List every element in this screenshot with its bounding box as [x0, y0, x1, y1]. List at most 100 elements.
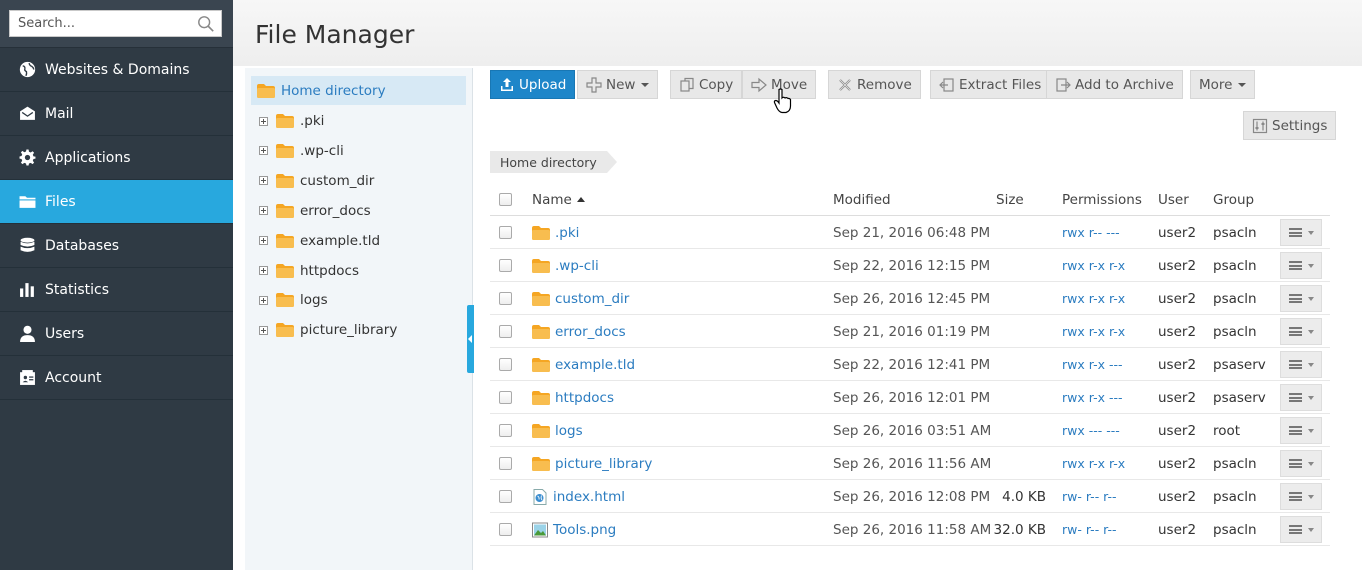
row-checkbox[interactable]	[499, 292, 512, 305]
copy-button[interactable]: Copy	[670, 70, 743, 99]
table-row[interactable]: httpdocs Sep 26, 2016 12:01 PM rwx r-x ---…	[490, 381, 1330, 414]
row-actions-button[interactable]	[1280, 516, 1322, 543]
permissions-link[interactable]: rwx r-x ---	[1062, 381, 1123, 414]
extract-files-button[interactable]: Extract Files	[930, 70, 1051, 99]
column-header-size[interactable]: Size	[996, 183, 1059, 216]
table-row[interactable]: .pki Sep 21, 2016 06:48 PM rwx r-- --- user…	[490, 216, 1330, 249]
size-cell	[983, 249, 1046, 282]
permissions-link[interactable]: rwx r-- ---	[1062, 216, 1120, 249]
row-actions-button[interactable]	[1280, 219, 1322, 246]
size-cell	[983, 315, 1046, 348]
tree-root-home[interactable]: Home directory	[251, 76, 466, 105]
row-actions-button[interactable]	[1280, 384, 1322, 411]
tree-item[interactable]: .pki	[259, 111, 324, 131]
row-actions-button[interactable]	[1280, 417, 1322, 444]
column-header-user[interactable]: User	[1158, 183, 1189, 216]
permissions-link[interactable]: rwx r-x r-x	[1062, 249, 1125, 282]
tree-item[interactable]: .wp-cli	[259, 141, 344, 161]
tree-item[interactable]: example.tld	[259, 231, 380, 251]
panel-collapse-handle[interactable]	[467, 305, 474, 373]
expand-icon[interactable]	[259, 325, 268, 335]
sidebar-item-applications[interactable]: Applications	[0, 136, 233, 180]
tree-item[interactable]: logs	[259, 290, 328, 310]
permissions-link[interactable]: rwx r-x r-x	[1062, 315, 1125, 348]
add-to-archive-button[interactable]: Add to Archive	[1046, 70, 1183, 99]
row-checkbox[interactable]	[499, 457, 512, 470]
row-actions-button[interactable]	[1280, 318, 1322, 345]
new-button[interactable]: New	[577, 70, 659, 99]
sidebar-item-databases[interactable]: Databases	[0, 224, 233, 268]
row-checkbox[interactable]	[499, 259, 512, 272]
upload-button[interactable]: Upload	[490, 70, 576, 99]
permissions-link[interactable]: rwx r-x r-x	[1062, 282, 1125, 315]
file-name-link[interactable]: index.html	[553, 489, 625, 505]
tree-item[interactable]: custom_dir	[259, 171, 374, 191]
permissions-link[interactable]: rw- r-- r--	[1062, 513, 1117, 546]
permissions-link[interactable]: rw- r-- r--	[1062, 480, 1117, 513]
file-name-link[interactable]: Tools.png	[553, 522, 616, 538]
select-all-checkbox[interactable]	[499, 193, 512, 206]
row-actions-button[interactable]	[1280, 483, 1322, 510]
expand-icon[interactable]	[259, 146, 268, 156]
permissions-link[interactable]: rwx r-x r-x	[1062, 447, 1125, 480]
file-name-link[interactable]: example.tld	[555, 357, 635, 373]
chevron-down-icon	[1307, 230, 1314, 235]
table-row[interactable]: picture_library Sep 26, 2016 11:56 AM rwx …	[490, 447, 1330, 480]
table-row[interactable]: Tools.png Sep 26, 2016 11:58 AM 32.0 KB rw-…	[490, 513, 1330, 546]
row-checkbox[interactable]	[499, 490, 512, 503]
row-actions-button[interactable]	[1280, 450, 1322, 477]
table-row[interactable]: .wp-cli Sep 22, 2016 12:15 PM rwx r-x r-x u…	[490, 249, 1330, 282]
row-checkbox[interactable]	[499, 391, 512, 404]
remove-button[interactable]: Remove	[828, 70, 921, 99]
more-button[interactable]: More	[1190, 70, 1256, 99]
user-cell: user2	[1158, 290, 1197, 307]
column-header-name[interactable]: Name	[532, 183, 585, 216]
sidebar-item-websites-domains[interactable]: Websites & Domains	[0, 48, 233, 92]
file-name-link[interactable]: .pki	[555, 225, 579, 241]
row-checkbox[interactable]	[499, 424, 512, 437]
sidebar-item-statistics[interactable]: Statistics	[0, 268, 233, 312]
column-header-modified[interactable]: Modified	[833, 183, 891, 216]
folder-icon	[276, 323, 294, 338]
table-row[interactable]: error_docs Sep 21, 2016 01:19 PM rwx r-x r…	[490, 315, 1330, 348]
search-input[interactable]	[10, 11, 221, 36]
file-name-link[interactable]: error_docs	[555, 324, 626, 340]
file-name-link[interactable]: .wp-cli	[555, 258, 599, 274]
table-row[interactable]: example.tld Sep 22, 2016 12:41 PM rwx r-x …	[490, 348, 1330, 381]
row-checkbox[interactable]	[499, 358, 512, 371]
row-actions-button[interactable]	[1280, 285, 1322, 312]
breadcrumb[interactable]: Home directory	[490, 151, 617, 173]
row-actions-button[interactable]	[1280, 351, 1322, 378]
row-checkbox[interactable]	[499, 226, 512, 239]
expand-icon[interactable]	[259, 116, 268, 126]
column-header-permissions[interactable]: Permissions	[1062, 183, 1142, 216]
sidebar-item-account[interactable]: Account	[0, 356, 233, 400]
row-checkbox[interactable]	[499, 325, 512, 338]
table-row[interactable]: logs Sep 26, 2016 03:51 AM rwx --- --- user…	[490, 414, 1330, 447]
file-name-link[interactable]: picture_library	[555, 456, 652, 472]
tree-item[interactable]: httpdocs	[259, 261, 359, 281]
settings-button[interactable]: Settings	[1243, 111, 1337, 140]
file-name-link[interactable]: custom_dir	[555, 291, 629, 307]
sidebar-item-mail[interactable]: Mail	[0, 92, 233, 136]
expand-icon[interactable]	[259, 176, 268, 186]
expand-icon[interactable]	[259, 295, 268, 305]
search-icon[interactable]	[197, 15, 215, 33]
file-name-link[interactable]: httpdocs	[555, 390, 614, 406]
expand-icon[interactable]	[259, 206, 268, 216]
row-checkbox[interactable]	[499, 523, 512, 536]
tree-item[interactable]: picture_library	[259, 320, 397, 340]
expand-icon[interactable]	[259, 266, 268, 275]
permissions-link[interactable]: rwx --- ---	[1062, 414, 1120, 447]
column-header-group[interactable]: Group	[1213, 183, 1254, 216]
tree-item[interactable]: error_docs	[259, 201, 371, 221]
permissions-link[interactable]: rwx r-x ---	[1062, 348, 1123, 381]
sidebar-item-files[interactable]: Files	[0, 180, 233, 224]
file-name-link[interactable]: logs	[555, 423, 583, 439]
expand-icon[interactable]	[259, 236, 268, 246]
page-header: File Manager	[233, 0, 1362, 66]
table-row[interactable]: index.html Sep 26, 2016 12:08 PM 4.0 KB rw-…	[490, 480, 1330, 513]
row-actions-button[interactable]	[1280, 252, 1322, 279]
sidebar-item-users[interactable]: Users	[0, 312, 233, 356]
table-row[interactable]: custom_dir Sep 26, 2016 12:45 PM rwx r-x r…	[490, 282, 1330, 315]
